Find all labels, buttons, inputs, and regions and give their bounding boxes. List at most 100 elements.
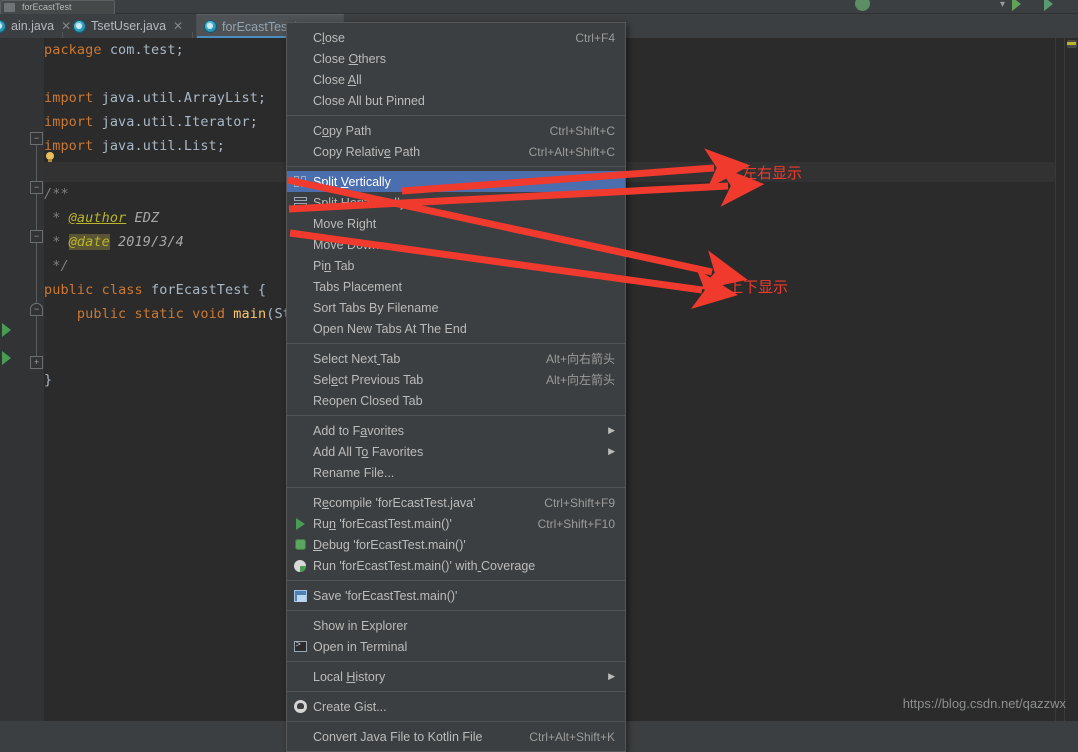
- warning-marker[interactable]: [1067, 42, 1076, 45]
- fold-expand-icon[interactable]: +: [30, 356, 43, 369]
- split-horizontally-icon: [289, 195, 311, 211]
- run-configuration-icon: [4, 3, 15, 12]
- menu-item-recompile-forecasttest-java[interactable]: Recompile 'forEcastTest.java' Ctrl+Shift+…: [287, 492, 625, 513]
- menu-item-shortcut: Ctrl+Shift+C: [549, 123, 615, 138]
- chevron-down-icon[interactable]: ▾: [1000, 0, 1005, 10]
- close-icon[interactable]: ✕: [173, 19, 183, 33]
- code-line: import java.util.Iterator;: [44, 114, 258, 130]
- menu-item-label: Sort Tabs By Filename: [313, 300, 439, 315]
- menu-item-label: Add All To Favorites: [313, 444, 424, 459]
- menu-item-label: Run 'forEcastTest.main()': [313, 516, 452, 531]
- menu-item-split-vertically[interactable]: Split Vertically: [287, 171, 625, 192]
- menu-item-run-forecasttest-main[interactable]: Run 'forEcastTest.main()' Ctrl+Shift+F10: [287, 513, 625, 534]
- run-gutter-icon[interactable]: [2, 351, 11, 365]
- menu-item-open-in-terminal[interactable]: Open in Terminal: [287, 636, 625, 657]
- menu-item-label: Open New Tabs At The End: [313, 321, 467, 336]
- menu-item-close-all[interactable]: Close All: [287, 69, 625, 90]
- menu-item-move-right[interactable]: Move Right: [287, 213, 625, 234]
- menu-item-label: Save 'forEcastTest.main()': [313, 588, 458, 603]
- menu-item-label: Run 'forEcastTest.main()' with Coverage: [313, 558, 536, 573]
- menu-item-label: Add to Favorites: [313, 423, 405, 438]
- run-gutter-icon[interactable]: [2, 323, 11, 337]
- tab-label: ain.java: [11, 19, 55, 33]
- menu-item-debug-forecasttest-main[interactable]: Debug 'forEcastTest.main()': [287, 534, 625, 555]
- menu-item-add-to-favorites[interactable]: Add to Favorites ▶: [287, 420, 625, 441]
- fold-collapse-icon[interactable]: −: [30, 181, 43, 194]
- menu-item-reopen-closed-tab[interactable]: Reopen Closed Tab: [287, 390, 625, 411]
- menu-item-label: Tabs Placement: [313, 279, 402, 294]
- menu-icon-none: [289, 216, 311, 232]
- menu-item-label: Select Next Tab: [313, 351, 401, 366]
- menu-item-rename-file[interactable]: Rename File...: [287, 462, 625, 483]
- menu-item-add-all-to-favorites[interactable]: Add All To Favorites ▶: [287, 441, 625, 462]
- github-icon: [289, 699, 311, 715]
- menu-item-label: Close Others: [313, 51, 386, 66]
- menu-separator: [287, 415, 625, 416]
- menu-icon-none: [289, 618, 311, 634]
- menu-item-save-forecasttest-main[interactable]: Save 'forEcastTest.main()': [287, 585, 625, 606]
- menu-item-pin-tab[interactable]: Pin Tab: [287, 255, 625, 276]
- main-toolbar: forEcastTest ▾: [0, 0, 1078, 17]
- menu-item-select-next-tab[interactable]: Select Next Tab Alt+向右箭头: [287, 348, 625, 369]
- menu-icon-none: [289, 495, 311, 511]
- menu-icon-none: [289, 279, 311, 295]
- menu-item-select-previous-tab[interactable]: Select Previous Tab Alt+向左箭头: [287, 369, 625, 390]
- editor-tab-tsetuser[interactable]: TsetUser.java ✕: [66, 14, 190, 38]
- fold-collapse-icon[interactable]: −: [30, 230, 43, 243]
- debug-button[interactable]: [1044, 0, 1053, 11]
- menu-item-close-all-but-pinned[interactable]: Close All but Pinned: [287, 90, 625, 111]
- menu-item-label: Close: [313, 30, 345, 45]
- editor-marker-gutter[interactable]: [1055, 38, 1064, 721]
- code-line: public static void main(Str: [76, 306, 300, 322]
- tab-context-menu[interactable]: Close Ctrl+F4 Close Others Close All Close A…: [286, 22, 626, 752]
- menu-item-shortcut: Ctrl+Shift+F10: [537, 516, 615, 531]
- menu-item-tabs-placement[interactable]: Tabs Placement: [287, 276, 625, 297]
- code-line: * @author EDZ: [44, 210, 160, 226]
- menu-item-copy-path[interactable]: Copy Path Ctrl+Shift+C: [287, 120, 625, 141]
- debug-icon-glyph: [294, 539, 306, 550]
- menu-item-label: Show in Explorer: [313, 618, 408, 633]
- menu-item-label: Split Vertically: [313, 174, 391, 189]
- menu-item-label: Copy Path: [313, 123, 372, 138]
- menu-item-label: Select Previous Tab: [313, 372, 424, 387]
- code-line: */: [44, 258, 69, 274]
- menu-item-copy-relative-path[interactable]: Copy Relative Path Ctrl+Alt+Shift+C: [287, 141, 625, 162]
- fold-collapse-icon[interactable]: −: [30, 132, 43, 145]
- menu-icon-none: [289, 321, 311, 337]
- menu-separator: [287, 166, 625, 167]
- menu-item-close[interactable]: Close Ctrl+F4: [287, 27, 625, 48]
- code-line: import java.util.ArrayList;: [44, 90, 267, 106]
- menu-icon-none: [289, 237, 311, 253]
- save-icon: [289, 588, 311, 604]
- menu-item-local-history[interactable]: Local History ▶: [287, 666, 625, 687]
- menu-item-close-others[interactable]: Close Others: [287, 48, 625, 69]
- fold-end-icon[interactable]: −: [30, 303, 43, 316]
- menu-icon-none: [289, 393, 311, 409]
- menu-icon-none: [289, 72, 311, 88]
- menu-item-convert-java-file-to-kotlin-file[interactable]: Convert Java File to Kotlin File Ctrl+Alt…: [287, 726, 625, 747]
- menu-icon-none: [289, 123, 311, 139]
- menu-icon-none: [289, 372, 311, 388]
- menu-item-split-horizontally[interactable]: Split Horizontally: [287, 192, 625, 213]
- coverage-icon-glyph: [294, 559, 306, 572]
- editor-scrollbar[interactable]: [1064, 38, 1078, 721]
- editor-tab-main[interactable]: ain.java ✕: [0, 14, 71, 38]
- menu-icon-none: [289, 51, 311, 67]
- menu-separator: [287, 115, 625, 116]
- menu-item-move-down[interactable]: Move Down: [287, 234, 625, 255]
- run-button[interactable]: [1012, 0, 1021, 11]
- menu-item-label: Close All but Pinned: [313, 93, 425, 108]
- menu-item-create-gist[interactable]: Create Gist...: [287, 696, 625, 717]
- menu-item-run-forecasttest-main-with-coverage[interactable]: Run 'forEcastTest.main()' with Coverage: [287, 555, 625, 576]
- menu-item-show-in-explorer[interactable]: Show in Explorer: [287, 615, 625, 636]
- menu-item-sort-tabs-by-filename[interactable]: Sort Tabs By Filename: [287, 297, 625, 318]
- menu-item-label: Move Right: [313, 216, 377, 231]
- menu-icon-none: [289, 300, 311, 316]
- editor-gutter[interactable]: [0, 38, 30, 721]
- menu-icon-none: [289, 729, 311, 745]
- tab-label: TsetUser.java: [91, 19, 167, 33]
- menu-item-open-new-tabs-at-the-end[interactable]: Open New Tabs At The End: [287, 318, 625, 339]
- code-line: /**: [44, 186, 69, 202]
- menu-icon-none: [289, 351, 311, 367]
- run-icon-glyph: [295, 517, 305, 530]
